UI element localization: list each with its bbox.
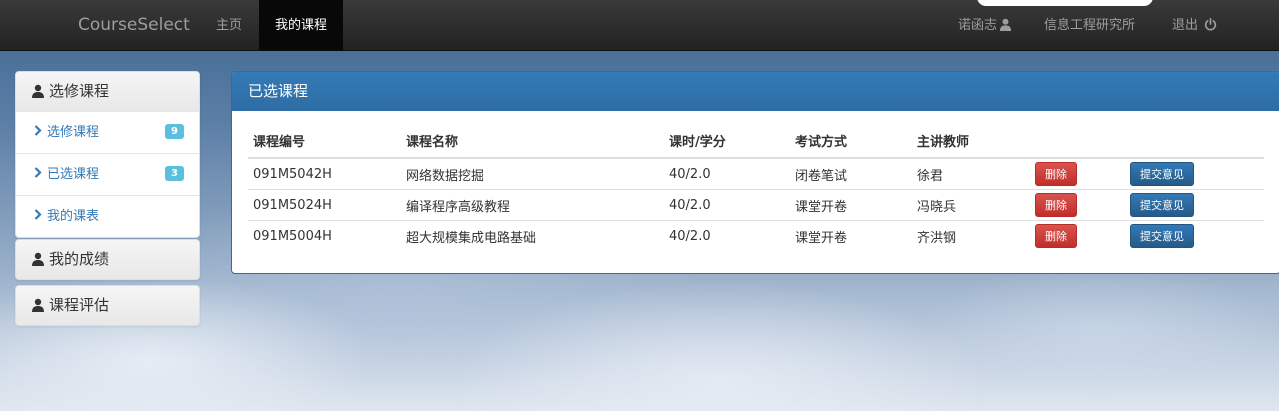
panel-title: 已选课程 xyxy=(232,72,1279,111)
nav-home[interactable]: 主页 xyxy=(216,0,242,51)
course-hours: 40/2.0 xyxy=(664,220,790,251)
course-name: 网络数据挖掘 xyxy=(401,157,664,190)
course-teacher: 冯晓兵 xyxy=(912,189,1030,221)
sidebar-item-label: 已选课程 xyxy=(47,167,100,182)
logout-label: 退出 xyxy=(1172,18,1199,33)
power-icon xyxy=(1205,18,1217,31)
nav-logout[interactable]: 退出 xyxy=(1172,0,1217,51)
submit-feedback-button[interactable]: 提交意见 xyxy=(1130,162,1194,186)
column-header: 课程编号 xyxy=(248,123,401,159)
sidebar-panel-electives: 选修课程 选修课程 9 已选课程 3 我的课表 xyxy=(15,71,200,238)
course-code: 091M5042H xyxy=(248,157,401,190)
column-header: 主讲教师 xyxy=(912,123,1030,159)
sidebar-item-electives[interactable]: 选修课程 9 xyxy=(16,111,199,153)
person-icon xyxy=(32,252,44,266)
column-header: 课程名称 xyxy=(401,123,664,159)
delete-button[interactable]: 删除 xyxy=(1035,193,1077,217)
submit-feedback-button[interactable]: 提交意见 xyxy=(1130,224,1194,248)
person-icon xyxy=(32,298,44,312)
column-header-empty xyxy=(1125,123,1264,159)
course-code: 091M5024H xyxy=(248,189,401,221)
courses-table: 课程编号 课程名称 课时/学分 考试方式 主讲教师 091M5042H 网络数据… xyxy=(248,123,1264,251)
count-badge: 3 xyxy=(165,166,184,181)
sidebar-panel-evaluation: 课程评估 xyxy=(15,285,200,326)
column-header-empty xyxy=(1030,123,1125,159)
chevron-right-icon xyxy=(34,167,42,178)
selected-courses-panel: 已选课程 课程编号 课程名称 课时/学分 考试方式 主讲教师 091M5042H… xyxy=(231,71,1279,274)
delete-button[interactable]: 删除 xyxy=(1035,224,1077,248)
table-header-row: 课程编号 课程名称 课时/学分 考试方式 主讲教师 xyxy=(248,123,1264,159)
course-teacher: 齐洪钢 xyxy=(912,220,1030,251)
column-header: 课时/学分 xyxy=(664,123,790,159)
nav-my-courses[interactable]: 我的课程 xyxy=(259,0,344,51)
sidebar-heading-label: 选修课程 xyxy=(49,82,110,100)
table-row: 091M5004H 超大规模集成电路基础 40/2.0 课堂开卷 齐洪钢 删除 … xyxy=(248,220,1264,251)
user-icon xyxy=(999,18,1012,31)
table-row: 091M5024H 编译程序高级教程 40/2.0 课堂开卷 冯晓兵 删除 提交… xyxy=(248,189,1264,221)
chevron-right-icon xyxy=(34,125,42,136)
count-badge: 9 xyxy=(165,124,184,139)
chevron-right-icon xyxy=(34,209,42,220)
sidebar-item-schedule[interactable]: 我的课表 xyxy=(16,195,199,237)
sidebar-item-label: 选修课程 xyxy=(47,125,100,140)
nav-department[interactable]: 信息工程研究所 xyxy=(1044,0,1135,51)
course-name: 超大规模集成电路基础 xyxy=(401,220,664,251)
course-exam: 课堂开卷 xyxy=(790,220,912,251)
person-icon xyxy=(32,84,44,98)
sidebar-item-label: 我的课表 xyxy=(47,209,100,224)
sidebar-item-selected[interactable]: 已选课程 3 xyxy=(16,153,199,195)
table-row: 091M5042H 网络数据挖掘 40/2.0 闭卷笔试 徐君 删除 提交意见 xyxy=(248,157,1264,190)
course-name: 编译程序高级教程 xyxy=(401,189,664,221)
course-exam: 课堂开卷 xyxy=(790,189,912,221)
sidebar-heading-grades[interactable]: 我的成绩 xyxy=(16,240,199,279)
sidebar-heading-evaluation[interactable]: 课程评估 xyxy=(16,286,199,325)
sidebar-heading-electives[interactable]: 选修课程 xyxy=(16,72,199,111)
column-header: 考试方式 xyxy=(790,123,912,159)
delete-button[interactable]: 删除 xyxy=(1035,162,1077,186)
course-code: 091M5004H xyxy=(248,220,401,251)
course-hours: 40/2.0 xyxy=(664,157,790,190)
sidebar-heading-label: 我的成绩 xyxy=(49,250,110,268)
nav-user-label: 诺函志 xyxy=(958,18,998,33)
sidebar-heading-label: 课程评估 xyxy=(49,296,110,314)
submit-feedback-button[interactable]: 提交意见 xyxy=(1130,193,1194,217)
top-navbar: CourseSelect 主页 我的课程 诺函志 信息工程研究所 退出 xyxy=(0,0,1279,51)
course-hours: 40/2.0 xyxy=(664,189,790,221)
course-exam: 闭卷笔试 xyxy=(790,157,912,190)
nav-user[interactable]: 诺函志 xyxy=(958,0,1012,51)
sidebar-panel-grades: 我的成绩 xyxy=(15,239,200,280)
course-teacher: 徐君 xyxy=(912,157,1030,190)
brand-link[interactable]: CourseSelect xyxy=(78,0,190,51)
